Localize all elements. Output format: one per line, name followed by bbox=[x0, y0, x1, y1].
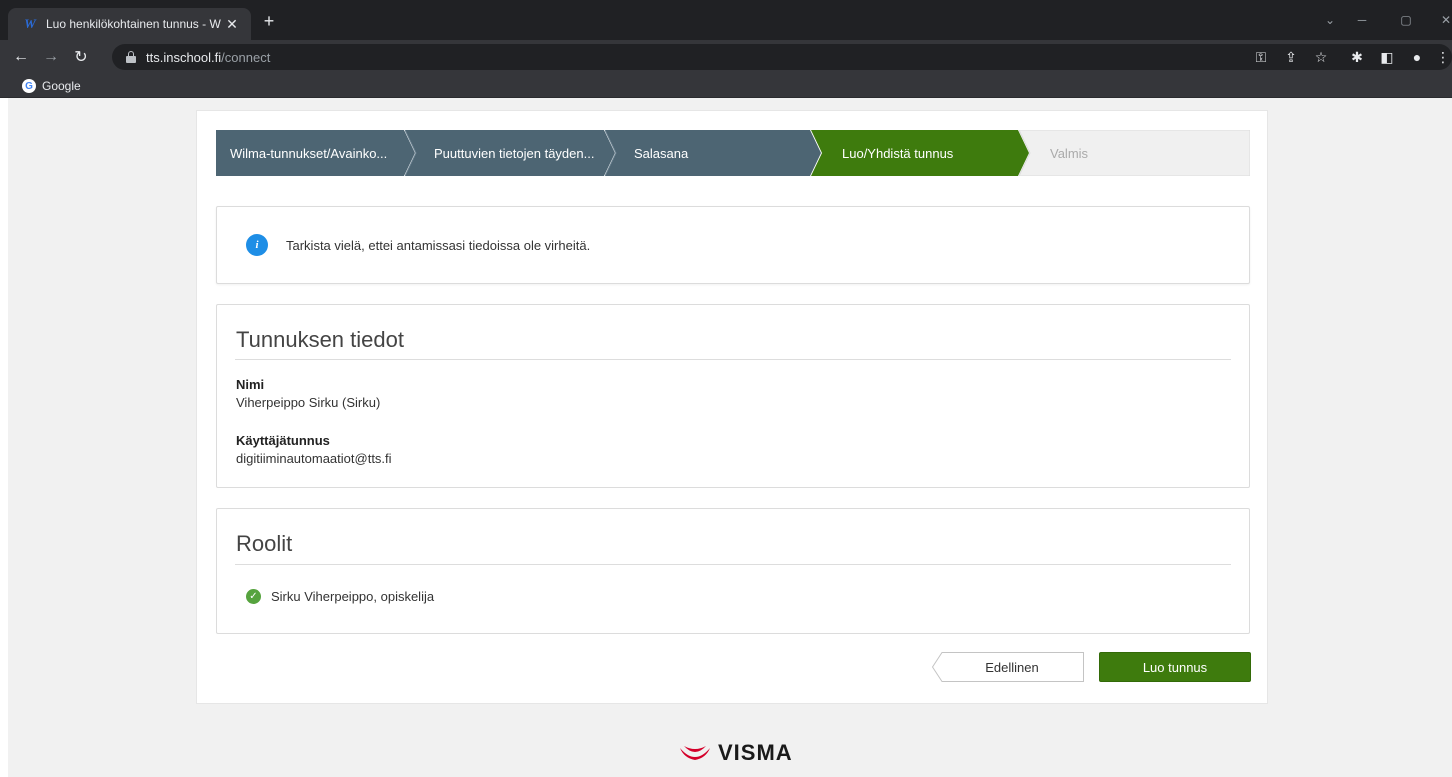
check-circle-icon: ✓ bbox=[246, 589, 261, 604]
name-label: Nimi bbox=[236, 377, 265, 392]
bookmark-label: Google bbox=[42, 79, 81, 93]
section-divider bbox=[235, 359, 1231, 360]
role-text: Sirku Viherpeippo, opiskelija bbox=[271, 589, 435, 604]
section-divider bbox=[235, 564, 1231, 565]
bookmarks-bar: G Google bbox=[0, 74, 1452, 98]
profile-icon[interactable]: ● bbox=[1406, 46, 1428, 68]
tab-search-icon[interactable]: ⌄ bbox=[1320, 10, 1340, 30]
previous-button[interactable]: Edellinen bbox=[932, 652, 1084, 682]
back-icon[interactable]: ← bbox=[10, 46, 32, 68]
step-label: Wilma-tunnukset/Avainko... bbox=[230, 145, 388, 161]
step-missing-info: Puuttuvien tietojen täyden... bbox=[405, 130, 615, 176]
forward-icon[interactable]: → bbox=[40, 46, 62, 68]
page-viewport: Wilma-tunnukset/Avainko... Puuttuvien ti… bbox=[0, 98, 1452, 777]
info-text: Tarkista vielä, ettei antamissasi tiedoi… bbox=[286, 237, 591, 253]
share-icon[interactable]: ⇪ bbox=[1280, 46, 1302, 68]
side-panel-icon[interactable]: ◧ bbox=[1376, 46, 1398, 68]
wilma-favicon-icon: W bbox=[24, 16, 36, 31]
reload-icon[interactable]: ↻ bbox=[70, 46, 92, 68]
close-tab-icon[interactable]: ✕ bbox=[223, 15, 241, 33]
close-window-icon[interactable]: ✕ bbox=[1436, 10, 1452, 30]
bookmark-star-icon[interactable]: ☆ bbox=[1310, 46, 1332, 68]
step-label: Valmis bbox=[1050, 145, 1089, 161]
tab-title: Luo henkilökohtainen tunnus - W bbox=[46, 17, 221, 31]
browser-tab[interactable]: W Luo henkilökohtainen tunnus - W ✕ bbox=[8, 8, 251, 40]
roles-panel: Roolit ✓ Sirku Viherpeippo, opiskelija bbox=[216, 508, 1250, 634]
name-value: Viherpeippo Sirku (Sirku) bbox=[236, 395, 381, 410]
role-item: ✓ Sirku Viherpeippo, opiskelija bbox=[246, 589, 434, 604]
step-label: Salasana bbox=[634, 145, 689, 161]
visma-logo-text: VISMA bbox=[718, 740, 793, 765]
info-notice: i Tarkista vielä, ettei antamissasi tied… bbox=[216, 206, 1250, 284]
url-path: /connect bbox=[221, 49, 271, 65]
progress-stepper: Wilma-tunnukset/Avainko... Puuttuvien ti… bbox=[216, 130, 1250, 176]
maximize-icon[interactable]: ▢ bbox=[1396, 10, 1416, 30]
account-details-panel: Tunnuksen tiedot Nimi Viherpeippo Sirku … bbox=[216, 304, 1250, 488]
visma-logo-icon bbox=[680, 746, 710, 760]
step-credentials: Wilma-tunnukset/Avainko... bbox=[216, 130, 415, 176]
step-label: Luo/Yhdistä tunnus bbox=[842, 145, 954, 161]
google-icon: G bbox=[22, 79, 36, 93]
main-card: Wilma-tunnukset/Avainko... Puuttuvien ti… bbox=[196, 110, 1268, 704]
section-title: Tunnuksen tiedot bbox=[236, 327, 404, 352]
info-icon: i bbox=[246, 234, 268, 256]
username-label: Käyttäjätunnus bbox=[236, 433, 330, 448]
step-create-account: Luo/Yhdistä tunnus bbox=[811, 130, 1029, 176]
username-value: digitiiminautomaatiot@tts.fi bbox=[236, 451, 392, 466]
browser-tab-bar: W Luo henkilökohtainen tunnus - W ✕ + ⌄ … bbox=[0, 0, 1452, 40]
password-key-icon[interactable]: ⚿ bbox=[1250, 46, 1272, 68]
previous-button-label: Edellinen bbox=[985, 659, 1039, 675]
browser-toolbar: ← → ↻ tts.inschool.fi/connect ⚿ ⇪ ☆ ✱ ◧ … bbox=[0, 40, 1452, 74]
lock-icon[interactable] bbox=[126, 51, 136, 63]
create-account-button[interactable]: Luo tunnus bbox=[1099, 652, 1251, 682]
visma-logo: VISMA bbox=[678, 740, 793, 766]
url-host: tts.inschool.fi bbox=[146, 49, 222, 65]
step-done: Valmis bbox=[1019, 130, 1250, 176]
extensions-icon[interactable]: ✱ bbox=[1346, 46, 1368, 68]
bookmark-google[interactable]: G Google bbox=[22, 77, 81, 95]
menu-icon[interactable]: ⋮ bbox=[1432, 46, 1452, 68]
step-label: Puuttuvien tietojen täyden... bbox=[434, 145, 595, 161]
minimize-icon[interactable]: ─ bbox=[1352, 10, 1372, 30]
new-tab-icon[interactable]: + bbox=[258, 10, 280, 32]
step-password: Salasana bbox=[605, 130, 821, 176]
section-title: Roolit bbox=[236, 531, 293, 556]
